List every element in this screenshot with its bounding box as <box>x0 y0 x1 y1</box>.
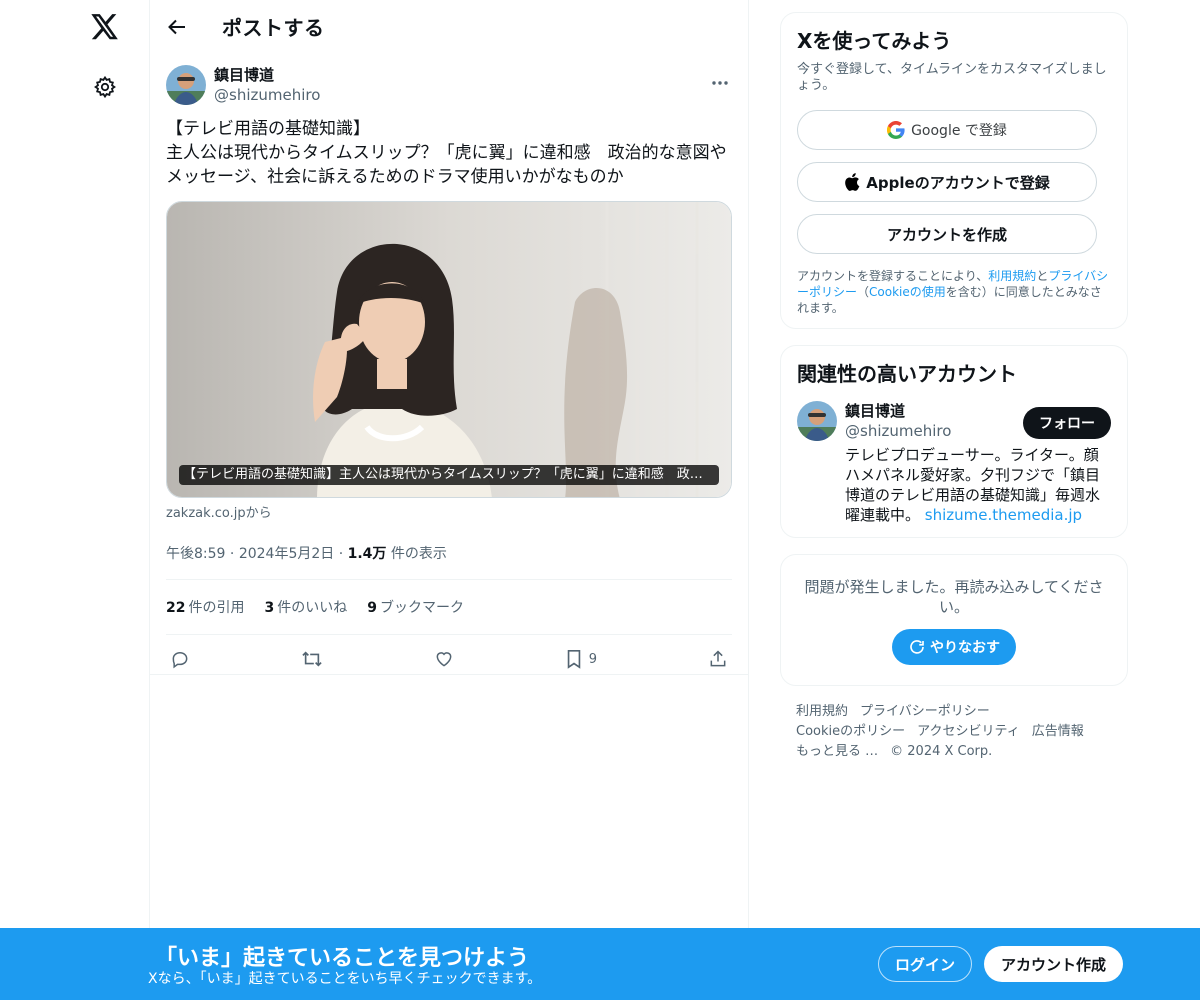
apple-signup-label: Appleのアカウントで登録 <box>866 173 1050 192</box>
error-message: 問題が発生しました。再読み込みしてください。 <box>804 578 1104 616</box>
signup-legal: アカウントを登録することにより、利用規約とプライバシーポリシー（Cookieの使… <box>797 269 1109 315</box>
like-icon[interactable] <box>434 649 454 669</box>
bookmark-count: 9 <box>588 651 598 667</box>
back-arrow-icon[interactable] <box>166 16 188 38</box>
card-image <box>167 202 731 497</box>
signup-button[interactable]: アカウント作成 <box>984 946 1123 982</box>
footer-privacy[interactable]: プライバシーポリシー <box>860 704 990 719</box>
cookie-link[interactable]: Cookieの使用 <box>869 285 946 299</box>
gear-icon[interactable] <box>90 72 120 102</box>
tweet-text: 【テレビ用語の基礎知識】 主人公は現代からタイムスリップ？「虎に翼」に違和感 政… <box>166 119 727 187</box>
divider <box>150 674 748 675</box>
apple-signup-button[interactable]: Appleのアカウントで登録 <box>797 162 1097 202</box>
related-account[interactable]: 鎮目博道 @shizumehiro テレビプロデューサー。ライター。顔ハメパネル… <box>797 401 1111 525</box>
top-bar: ポストする <box>150 0 748 53</box>
page-title: ポストする <box>222 16 325 40</box>
avatar[interactable] <box>797 401 837 441</box>
link-card[interactable]: 【テレビ用語の基礎知識】主人公は現代からタイムスリップ？「虎に翼」に違和感 政治… <box>166 201 732 498</box>
signup-title: Xを使ってみよう <box>797 29 952 53</box>
avatar[interactable] <box>166 65 206 105</box>
bookmark-button[interactable]: 9 <box>565 649 597 669</box>
tweet-date[interactable]: 2024年5月2日 <box>239 546 334 562</box>
footer-copyright: © 2024 X Corp. <box>890 744 993 759</box>
bio-link[interactable]: shizume.themedia.jp <box>925 506 1082 524</box>
signup-subtitle: 今すぐ登録して、タイムラインをカスタマイズしましょう。 <box>797 62 1107 93</box>
create-account-button[interactable]: アカウントを作成 <box>797 214 1097 254</box>
retry-label: やりなおす <box>930 640 1000 656</box>
tweet-stats: 22 件の引用 3 件のいいね 9 ブックマーク <box>166 580 732 635</box>
related-bio: テレビプロデューサー。ライター。顔ハメパネル愛好家。夕刊フジで「鎮目博道のテレビ… <box>845 446 1101 524</box>
x-logo-icon[interactable] <box>90 12 120 42</box>
error-box: 問題が発生しました。再読み込みしてください。 やりなおす <box>780 554 1128 686</box>
reply-icon[interactable] <box>170 649 190 669</box>
views-count: 1.4万 <box>347 546 387 562</box>
apple-icon <box>845 173 860 191</box>
main-column: ポストする 鎮目博道 @shizumehiro 【テレビ用語の基礎知識】 主人公… <box>149 0 749 1000</box>
follow-button[interactable]: フォロー <box>1023 407 1111 439</box>
card-caption: 【テレビ用語の基礎知識】主人公は現代からタイムスリップ？「虎に翼」に違和感 政治… <box>179 465 719 485</box>
google-signup-label: Google で登録 <box>911 123 1007 139</box>
retry-button[interactable]: やりなおす <box>892 629 1016 665</box>
bookmark-icon <box>567 650 581 669</box>
left-nav <box>0 0 150 1000</box>
author-name[interactable]: 鎮目博道 <box>214 65 320 85</box>
share-icon[interactable] <box>708 649 728 669</box>
bottom-banner: 「いま」起きていることを見つけよう Xなら、「いま」起きていることをいち早くチェ… <box>0 928 1200 1000</box>
likes-stat[interactable]: 3 件のいいね <box>264 597 347 617</box>
tweet-meta: 午後8:59 · 2024年5月2日 · 1.4万 件の表示 <box>166 521 732 580</box>
footer-accessibility[interactable]: アクセシビリティ <box>917 724 1020 739</box>
banner-subtitle: Xなら、「いま」起きていることをいち早くチェックできます。 <box>148 971 542 987</box>
refresh-icon <box>910 640 924 654</box>
quotes-stat[interactable]: 22 件の引用 <box>166 597 244 617</box>
footer-more[interactable]: もっと見る … <box>796 744 878 759</box>
footer-cookie[interactable]: Cookieのポリシー <box>796 724 905 739</box>
related-title: 関連性の高いアカウント <box>797 362 1017 386</box>
bookmarks-stat[interactable]: 9 ブックマーク <box>367 597 464 617</box>
footer-ads[interactable]: 広告情報 <box>1032 724 1084 739</box>
terms-link[interactable]: 利用規約 <box>988 269 1036 283</box>
repost-icon[interactable] <box>301 649 323 669</box>
signup-box: Xを使ってみよう 今すぐ登録して、タイムラインをカスタマイズしましょう。 Goo… <box>780 12 1128 329</box>
related-accounts-box: 関連性の高いアカウント 鎮目博道 @shizumehiro テレビプロデューサー… <box>780 345 1128 538</box>
tweet-author: 鎮目博道 @shizumehiro <box>150 53 748 105</box>
google-icon <box>887 121 905 139</box>
login-button[interactable]: ログイン <box>878 946 972 982</box>
google-signup-button[interactable]: Google で登録 <box>797 110 1097 150</box>
more-icon[interactable] <box>710 73 730 93</box>
card-source[interactable]: zakzak.co.jpから <box>150 498 748 521</box>
right-sidebar: Xを使ってみよう 今すぐ登録して、タイムラインをカスタマイズしましょう。 Goo… <box>780 12 1128 762</box>
views-label: 件の表示 <box>386 546 447 562</box>
tweet-actions: 9 <box>166 635 732 683</box>
tweet-time[interactable]: 午後8:59 <box>166 546 225 562</box>
footer-links: 利用規約 プライバシーポリシー Cookieのポリシー アクセシビリティ 広告情報 も… <box>780 702 1128 762</box>
footer-terms[interactable]: 利用規約 <box>796 704 848 719</box>
author-handle[interactable]: @shizumehiro <box>214 85 320 105</box>
